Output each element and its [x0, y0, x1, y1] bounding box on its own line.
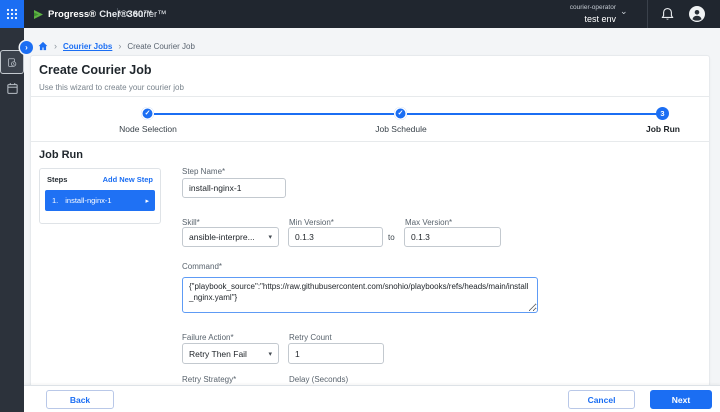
sidebar-item-jobs[interactable] — [0, 50, 24, 74]
user-avatar-icon — [689, 6, 705, 22]
chevron-down-icon: ▾ — [268, 350, 272, 358]
left-sidebar — [0, 28, 24, 412]
app-header: Progress® Chef®360™ Courier™ courier-ope… — [0, 0, 720, 28]
divider — [31, 141, 709, 142]
stepper-label-node-selection: Node Selection — [119, 124, 177, 134]
steps-panel: Steps Add New Step 1. install-nginx-1 ▸ — [39, 168, 161, 224]
divider — [31, 96, 709, 97]
max-version-input[interactable] — [404, 227, 501, 247]
retry-strategy-label: Retry Strategy* — [182, 375, 237, 384]
stepper-step-job-schedule[interactable]: ✓ — [394, 107, 407, 120]
command-label: Command* — [182, 262, 223, 271]
app-launcher-button[interactable] — [0, 0, 24, 28]
header-divider — [117, 8, 118, 20]
step-item-name: install-nginx-1 — [65, 196, 112, 205]
wizard-footer: Back Cancel Next — [24, 385, 720, 412]
version-range-join-label: to — [388, 233, 395, 242]
stepper-step-node-selection[interactable]: ✓ — [141, 107, 154, 120]
breadcrumb-link-courier-jobs[interactable]: Courier Jobs — [63, 42, 112, 51]
skill-select[interactable]: ansible-interpre... ▾ — [182, 227, 279, 247]
delay-label: Delay (Seconds) — [289, 375, 349, 384]
page-subtitle: Use this wizard to create your courier j… — [39, 83, 184, 92]
chevron-down-icon: ▾ — [268, 234, 272, 241]
product-name: Courier™ — [126, 8, 167, 20]
brand-progress-label: Progress® — [48, 8, 97, 20]
breadcrumb: › Courier Jobs › Create Courier Job — [38, 40, 195, 52]
skill-select-value: ansible-interpre... — [189, 232, 255, 242]
next-button[interactable]: Next — [650, 390, 712, 409]
user-role-label: courier-operator — [569, 4, 616, 11]
wizard-card: Create Courier Job Use this wizard to cr… — [30, 55, 710, 387]
check-icon: ✓ — [397, 110, 404, 117]
section-title-job-run: Job Run — [39, 149, 83, 161]
chevron-right-icon: ▸ — [145, 197, 149, 205]
skill-label: Skill* — [182, 218, 200, 227]
step-list-item-selected[interactable]: 1. install-nginx-1 ▸ — [45, 190, 155, 211]
cancel-button[interactable]: Cancel — [568, 390, 635, 409]
breadcrumb-separator: › — [54, 41, 57, 51]
breadcrumb-current: Create Courier Job — [127, 41, 195, 51]
progress-logo-icon — [34, 9, 43, 19]
back-button[interactable]: Back — [46, 390, 114, 409]
page-title: Create Courier Job — [39, 63, 152, 77]
min-version-input[interactable] — [288, 227, 383, 247]
max-version-label: Max Version* — [405, 218, 453, 227]
home-icon[interactable] — [38, 41, 48, 51]
grid-icon — [6, 8, 18, 20]
check-icon: ✓ — [144, 110, 151, 117]
chevron-down-icon[interactable]: ⌄ — [620, 6, 628, 17]
sidebar-item-calendar[interactable] — [0, 76, 24, 100]
retry-count-label: Retry Count — [289, 333, 332, 342]
failure-action-label: Failure Action* — [182, 333, 234, 342]
steps-panel-title: Steps — [47, 175, 68, 184]
calendar-icon — [6, 82, 18, 94]
stepper-label-job-run: Job Run — [646, 124, 680, 134]
notifications-button[interactable] — [661, 7, 674, 26]
sidebar-expand-button[interactable]: › — [20, 41, 33, 54]
breadcrumb-separator: › — [118, 41, 122, 51]
step-name-input[interactable] — [182, 178, 286, 198]
account-button[interactable] — [689, 6, 705, 22]
add-new-step-button[interactable]: Add New Step — [103, 175, 153, 184]
header-vertical-divider — [647, 0, 648, 28]
command-textarea[interactable]: {"playbook_source":"https://raw.githubus… — [182, 277, 538, 313]
stepper-step-job-run[interactable]: 3 — [656, 107, 669, 120]
bell-icon — [661, 7, 674, 20]
user-env-label: test env — [584, 14, 616, 24]
min-version-label: Min Version* — [289, 218, 334, 227]
job-schedule-icon — [8, 57, 17, 67]
failure-action-select[interactable]: Retry Then Fail ▾ — [182, 343, 279, 364]
step-number-badge: 3 — [660, 108, 665, 118]
chevron-right-icon: › — [25, 43, 28, 52]
retry-count-input[interactable] — [288, 343, 384, 364]
step-item-index: 1. — [52, 196, 59, 205]
step-name-label: Step Name* — [182, 167, 226, 176]
stepper-label-job-schedule: Job Schedule — [375, 124, 427, 134]
failure-action-value: Retry Then Fail — [189, 348, 247, 359]
user-environment-menu[interactable]: courier-operator test env — [570, 3, 616, 24]
